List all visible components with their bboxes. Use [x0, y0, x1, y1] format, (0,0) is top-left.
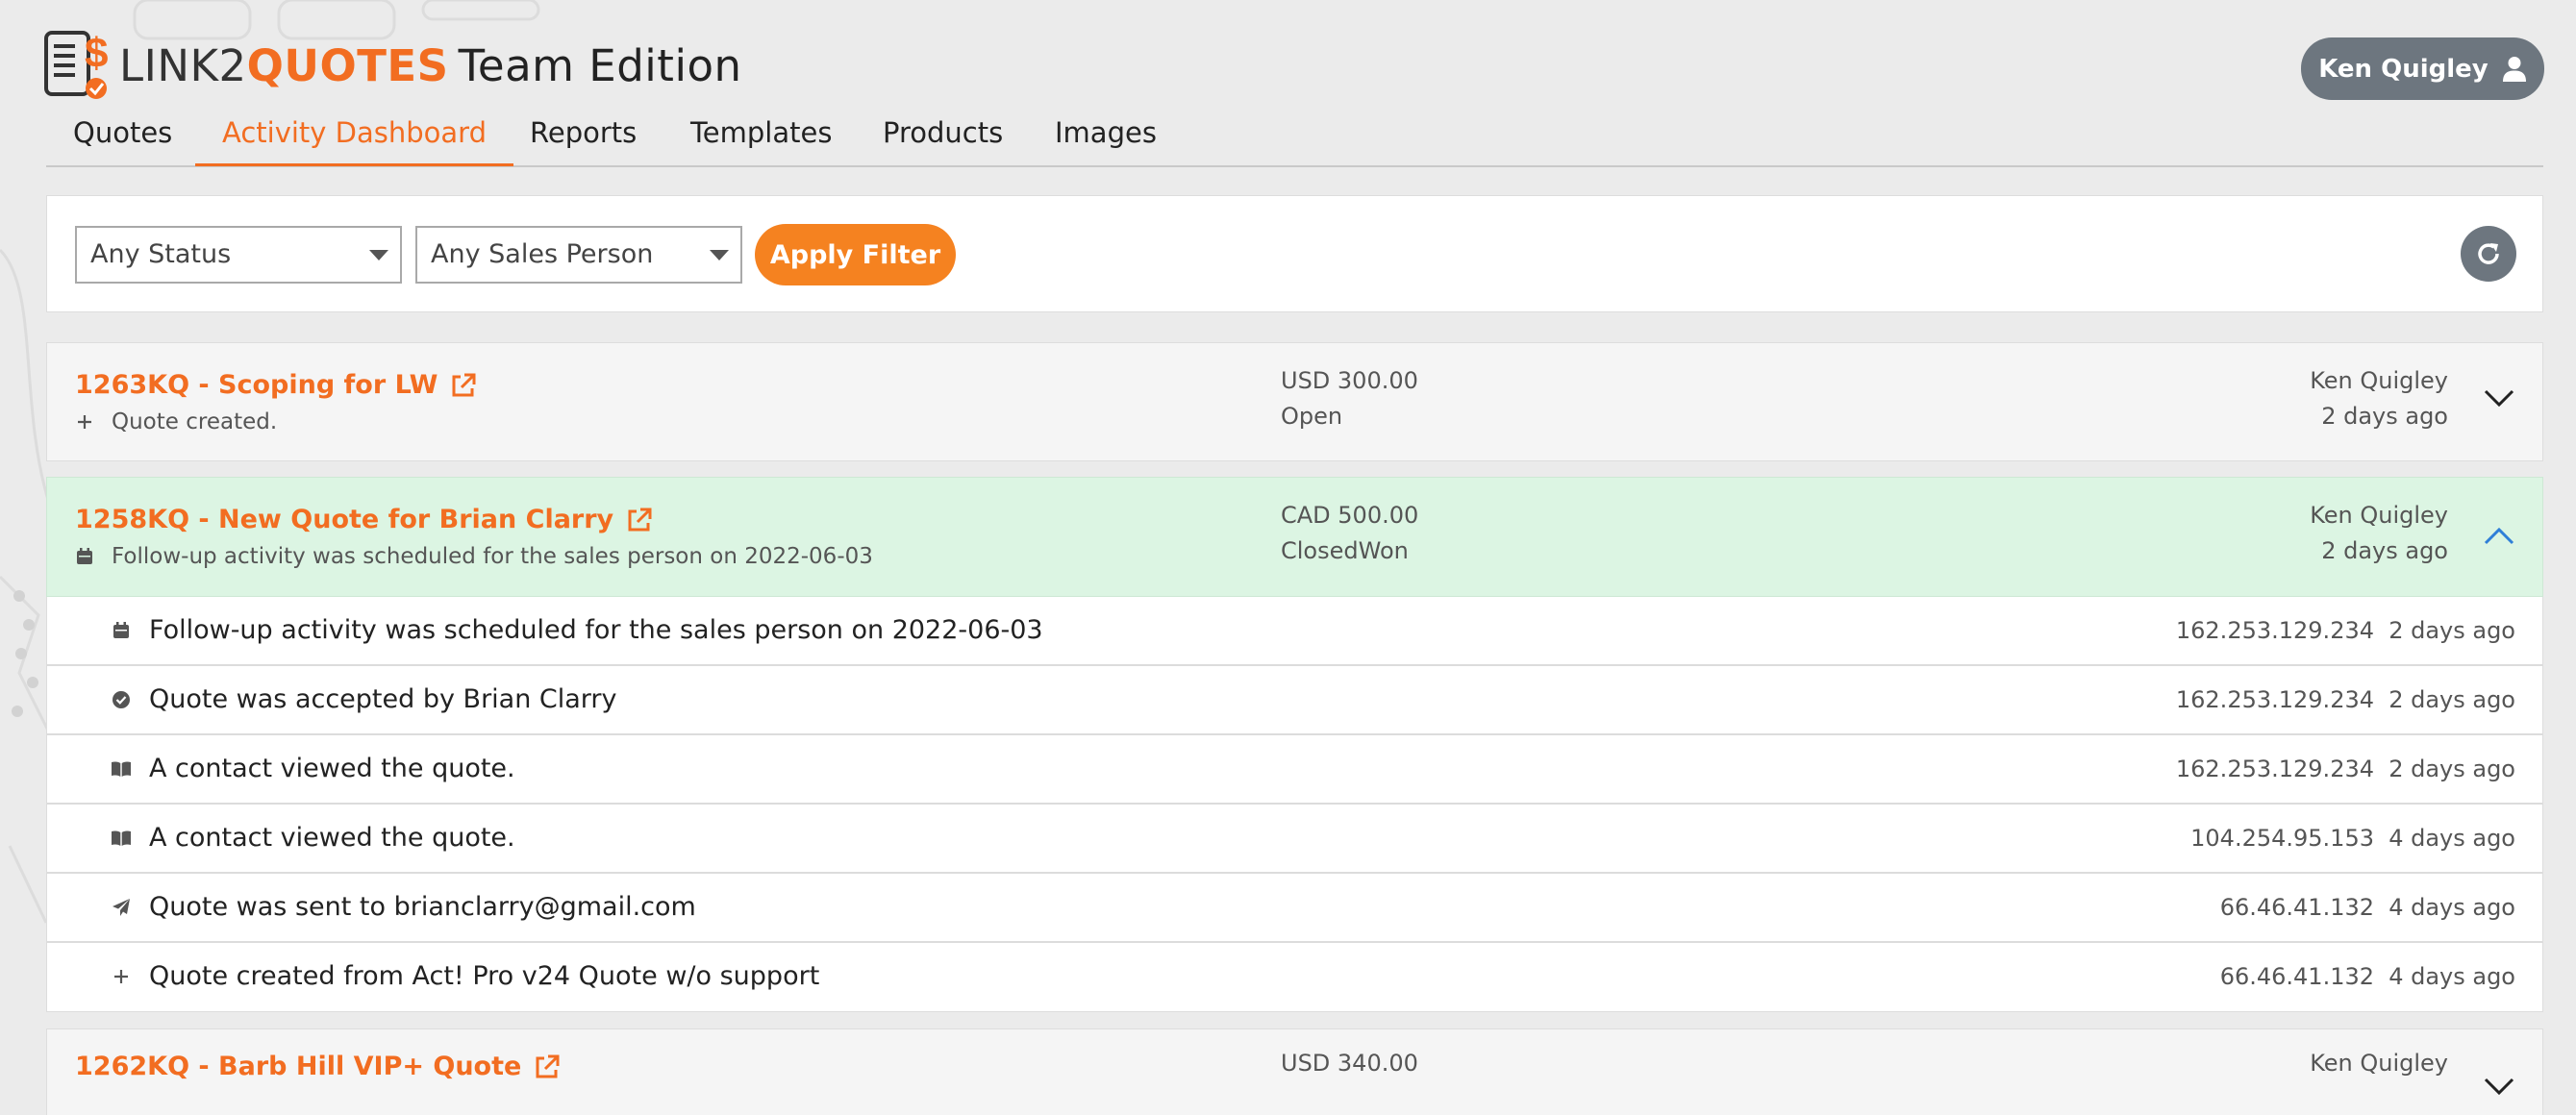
activity-text: Quote was accepted by Brian Clarry: [149, 684, 617, 714]
tab-templates[interactable]: Templates: [663, 108, 859, 165]
quote-status: ClosedWon: [1281, 537, 1409, 564]
tab-reports[interactable]: Reports: [503, 108, 663, 165]
activity-ip: 66.46.41.132: [2219, 963, 2374, 990]
chevron-down-icon[interactable]: [2483, 1076, 2515, 1097]
chevron-down-icon[interactable]: [2483, 387, 2515, 409]
quote-row[interactable]: 1262KQ - Barb Hill VIP+ Quote USD 340.00…: [46, 1028, 2543, 1115]
refresh-icon: [2478, 243, 2499, 264]
quote-title: 1263KQ - Scoping for LW: [75, 370, 438, 400]
calendar-icon: [75, 548, 94, 565]
activity-time: 2 days ago: [2388, 686, 2515, 713]
brand-prefix: LINK2: [119, 39, 247, 91]
salesperson-select[interactable]: Any Sales Person: [415, 226, 742, 284]
external-link-icon[interactable]: [533, 1053, 562, 1081]
activity-row: Follow-up activity was scheduled for the…: [46, 597, 2543, 666]
user-icon: [2502, 56, 2526, 82]
check-circle-icon: [111, 689, 132, 710]
calendar-icon: [111, 620, 132, 641]
activity-time: 4 days ago: [2388, 894, 2515, 921]
activity-ip: 66.46.41.132: [2219, 894, 2374, 921]
external-link-icon[interactable]: [625, 506, 654, 534]
filter-bar: Any Status Any Sales Person Apply Filter: [46, 195, 2543, 312]
quote-amount: USD 300.00: [1281, 367, 1418, 394]
status-select-value: Any Status: [90, 239, 232, 269]
quote-title-link[interactable]: 1263KQ - Scoping for LW: [75, 370, 478, 400]
chevron-up-icon[interactable]: [2483, 526, 2515, 547]
brand-highlight: QUOTES: [246, 39, 449, 91]
tab-products[interactable]: Products: [856, 108, 1030, 165]
activity-ip: 162.253.129.234: [2175, 756, 2374, 782]
main-tabs: Quotes Activity Dashboard Reports Templa…: [46, 108, 2543, 167]
quote-status: Open: [1281, 403, 1343, 430]
plus-icon: [75, 413, 94, 431]
apply-filter-button[interactable]: Apply Filter: [755, 224, 956, 285]
activity-row: Quote created from Act! Pro v24 Quote w/…: [46, 943, 2543, 1012]
quote-time: 2 days ago: [2321, 537, 2448, 564]
book-open-icon: [111, 828, 132, 849]
activity-text: A contact viewed the quote.: [149, 823, 515, 853]
salesperson-select-value: Any Sales Person: [431, 239, 654, 269]
activity-time: 2 days ago: [2388, 756, 2515, 782]
paper-plane-icon: [111, 897, 132, 918]
brand-edition: Team Edition: [458, 39, 742, 91]
quote-salesperson: Ken Quigley: [2310, 1050, 2448, 1077]
activity-time: 4 days ago: [2388, 963, 2515, 990]
user-name: Ken Quigley: [2318, 54, 2488, 84]
activity-ip: 104.254.95.153: [2190, 825, 2374, 852]
activity-row: Quote was sent to brianclarry@gmail.com …: [46, 874, 2543, 943]
quote-latest-activity-text: Follow-up activity was scheduled for the…: [112, 544, 873, 569]
activity-text: A contact viewed the quote.: [149, 754, 515, 783]
plus-icon: [111, 966, 132, 987]
quote-latest-activity-text: Quote created.: [112, 409, 278, 434]
quote-title-link[interactable]: 1258KQ - New Quote for Brian Clarry: [75, 505, 654, 534]
activity-time: 2 days ago: [2388, 617, 2515, 644]
activity-text: Quote created from Act! Pro v24 Quote w/…: [149, 961, 820, 991]
activity-ip: 162.253.129.234: [2175, 686, 2374, 713]
tab-quotes[interactable]: Quotes: [46, 108, 199, 165]
quote-time: 2 days ago: [2321, 403, 2448, 430]
quote-latest-activity: Follow-up activity was scheduled for the…: [75, 544, 873, 569]
activity-time: 4 days ago: [2388, 825, 2515, 852]
quote-amount: USD 340.00: [1281, 1050, 1418, 1077]
brand-name: LINK2QUOTES Team Edition: [119, 40, 742, 91]
external-link-icon[interactable]: [449, 371, 478, 400]
quote-latest-activity: Quote created.: [75, 409, 277, 434]
logo-icon: $: [44, 29, 112, 102]
status-select[interactable]: Any Status: [75, 226, 402, 284]
activity-row: A contact viewed the quote. 104.254.95.1…: [46, 805, 2543, 874]
quote-amount: CAD 500.00: [1281, 502, 1419, 529]
activity-text: Follow-up activity was scheduled for the…: [149, 615, 1043, 645]
chevron-down-icon: [369, 250, 388, 260]
quote-row[interactable]: 1263KQ - Scoping for LW Quote created. U…: [46, 342, 2543, 461]
tab-activity-dashboard[interactable]: Activity Dashboard: [195, 108, 514, 166]
tab-images[interactable]: Images: [1028, 108, 1184, 165]
activity-ip: 162.253.129.234: [2175, 617, 2374, 644]
quote-title: 1258KQ - New Quote for Brian Clarry: [75, 505, 614, 534]
activity-text: Quote was sent to brianclarry@gmail.com: [149, 892, 696, 922]
refresh-button[interactable]: [2461, 226, 2516, 282]
quote-title-link[interactable]: 1262KQ - Barb Hill VIP+ Quote: [75, 1052, 562, 1081]
quote-salesperson: Ken Quigley: [2310, 367, 2448, 394]
brand-logo[interactable]: $ LINK2QUOTES Team Edition: [44, 29, 742, 102]
quote-salesperson: Ken Quigley: [2310, 502, 2448, 529]
quote-title: 1262KQ - Barb Hill VIP+ Quote: [75, 1052, 522, 1081]
activity-row: Quote was accepted by Brian Clarry 162.2…: [46, 666, 2543, 735]
book-open-icon: [111, 758, 132, 780]
activity-row: A contact viewed the quote. 162.253.129.…: [46, 735, 2543, 805]
svg-text:$: $: [85, 30, 108, 77]
quote-row-expanded[interactable]: 1258KQ - New Quote for Brian Clarry Foll…: [46, 477, 2543, 597]
user-menu-button[interactable]: Ken Quigley: [2301, 37, 2544, 100]
chevron-down-icon: [710, 250, 729, 260]
